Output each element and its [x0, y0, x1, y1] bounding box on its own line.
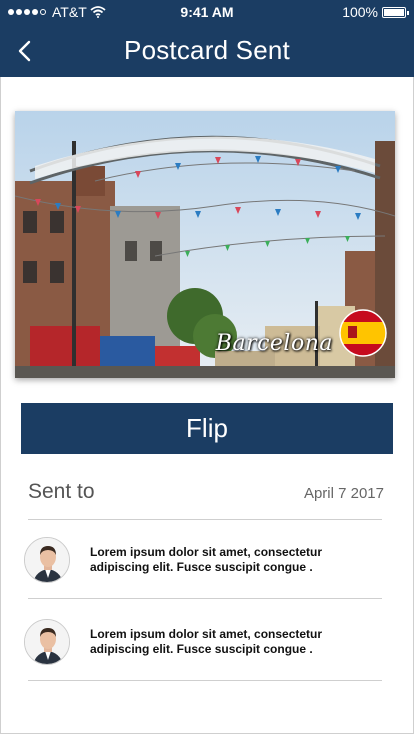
battery-group: 100% — [342, 4, 409, 20]
nav-bar: AT&T 9:41 AM 100% Postcard Sent — [0, 0, 414, 77]
recipient-message: Lorem ipsum dolor sit amet, consectetur … — [90, 627, 323, 656]
divider — [28, 598, 382, 599]
recipient-message: Lorem ipsum dolor sit amet, consectetur … — [90, 545, 323, 574]
divider — [28, 680, 382, 681]
city-label: Barcelona — [215, 331, 333, 356]
recipient-row[interactable]: Lorem ipsum dolor sit amet, consectetur … — [24, 614, 384, 670]
spain-flag-icon — [339, 309, 387, 357]
avatar — [24, 619, 70, 665]
page-title: Postcard Sent — [124, 35, 290, 65]
battery-icon — [382, 6, 409, 18]
sent-date: April 7 2017 — [303, 485, 384, 502]
status-bar: AT&T 9:41 AM 100% — [0, 0, 414, 24]
sent-to-heading: Sent to — [28, 480, 95, 503]
street-scene-image — [15, 111, 395, 378]
battery-percent: 100% — [342, 4, 378, 20]
divider — [28, 519, 382, 520]
flip-button[interactable]: Flip — [21, 403, 393, 454]
postcard-image[interactable]: Barcelona — [15, 111, 395, 378]
recipient-row[interactable]: Lorem ipsum dolor sit amet, consectetur … — [24, 532, 384, 588]
avatar — [24, 537, 70, 583]
